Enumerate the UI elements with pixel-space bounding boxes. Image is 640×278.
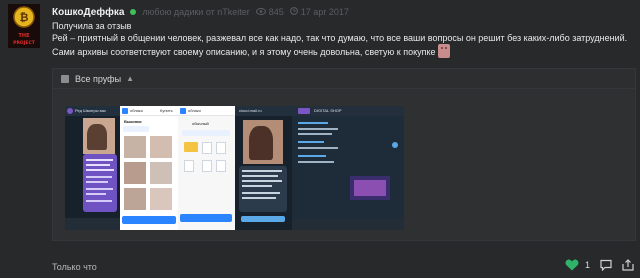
proof-shot-cloud-folder: облако Купить Выкинки — [120, 106, 178, 230]
shot2-header: облако — [130, 108, 143, 113]
comment-button[interactable] — [600, 259, 612, 271]
svg-text:₿: ₿ — [20, 11, 29, 24]
proofs-title: Все пруфы — [75, 73, 122, 84]
body-line-3-text: Сами архивы соответствуют своему описани… — [52, 47, 436, 57]
avatar[interactable]: ₿ THE PROJECT — [8, 4, 40, 48]
eye-icon — [255, 7, 266, 17]
chevron-up-icon: ▲ — [126, 74, 134, 83]
shot3-header: облако — [188, 108, 201, 113]
like-button[interactable]: 1 — [565, 259, 590, 271]
proof-shot-telegram-chat: Ред Шматры вас — [65, 106, 120, 230]
shot3-label: обычный — [192, 121, 209, 126]
body-line-2: Рей – приятный в общении человек, разжев… — [52, 33, 628, 43]
timestamp-label: Только что — [52, 262, 97, 272]
body-line-1: Получила за отзыв — [52, 21, 132, 31]
shot2-folder: Выкинки — [124, 119, 142, 124]
shot1-caption: Ред Шматры вас — [75, 108, 106, 113]
author-name[interactable]: КошкоДеффка — [52, 7, 124, 18]
share-button[interactable] — [622, 259, 634, 271]
pig-emoji-icon — [437, 44, 450, 58]
heart-icon — [565, 259, 579, 271]
proof-shot-telegram-photo: cloud.mail.ru — [235, 106, 292, 230]
avatar-text-top: THE — [18, 33, 30, 39]
shot2-buy: Купить — [160, 108, 173, 113]
clock-icon — [289, 7, 298, 17]
body-line-3: Сами архивы соответствуют своему описани… — [52, 44, 632, 58]
meta-author-ref[interactable]: любою дадики от nTkeiter — [142, 7, 249, 17]
post-body: Получила за отзыв Рей – приятный в общен… — [52, 20, 632, 58]
proofs-toggle[interactable]: Все пруфы ▲ — [53, 69, 635, 89]
post-actions: 1 — [555, 259, 634, 271]
shot5-header: DIGITAL SHOP — [314, 108, 342, 113]
post-header: КошкоДеффка любою дадики от nTkeiter 845… — [52, 5, 349, 19]
online-status-dot — [130, 9, 137, 15]
post-meta: любою дадики от nTkeiter 845 17 apr 2017 — [142, 7, 348, 17]
spoiler-icon — [61, 74, 69, 83]
proof-screenshot-image[interactable]: Ред Шматры вас облако Купить Выкинки обл… — [65, 106, 404, 230]
post-date: 17 apr 2017 — [300, 7, 349, 17]
shot4-header: cloud.mail.ru — [239, 108, 262, 113]
proofs-section: Все пруфы ▲ Ред Шматры вас облако Купить… — [52, 68, 636, 241]
share-icon — [622, 259, 634, 271]
proof-shot-cloud-files: облако обычный — [178, 106, 235, 230]
like-count: 1 — [584, 260, 590, 270]
proof-shot-bot-chat: DIGITAL SHOP — [292, 106, 404, 230]
view-count: 845 — [268, 7, 284, 17]
comment-icon — [600, 259, 612, 271]
avatar-text-bottom: PROJECT — [13, 40, 36, 46]
